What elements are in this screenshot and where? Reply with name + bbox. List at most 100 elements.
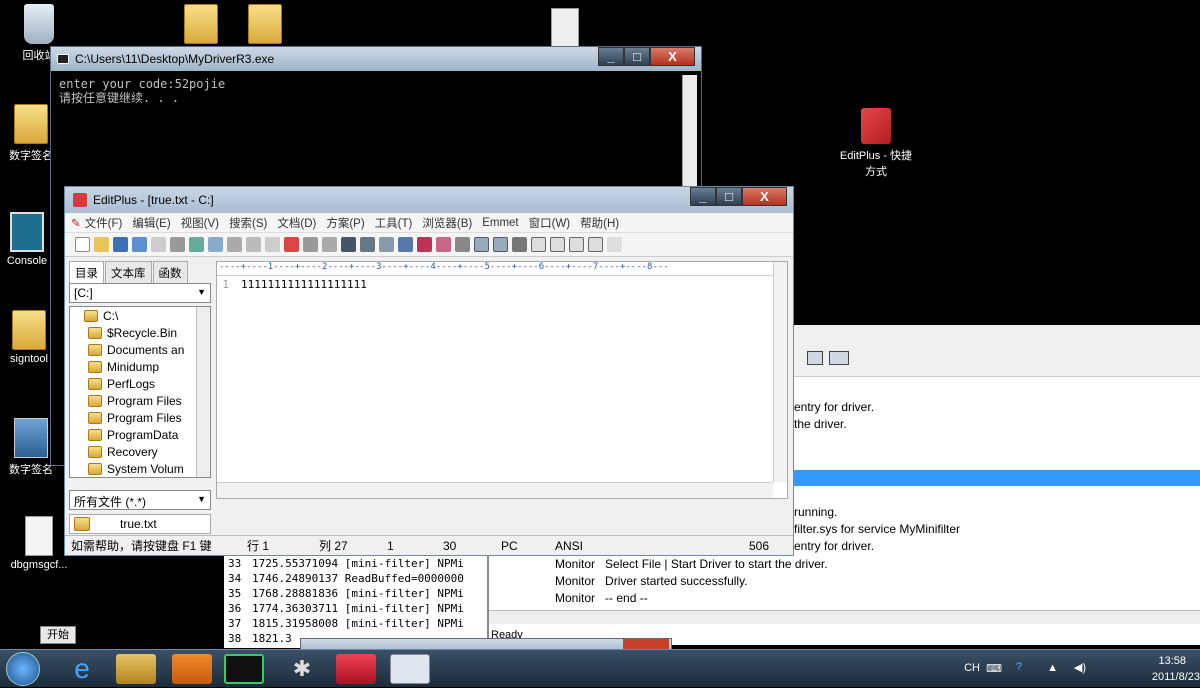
print-icon[interactable] <box>170 237 185 252</box>
copy-icon[interactable] <box>246 237 261 252</box>
menu-browser[interactable]: 浏览器(B) <box>422 215 472 231</box>
media-player-icon[interactable] <box>172 654 212 684</box>
new-file-icon[interactable] <box>75 237 90 252</box>
tab-directory[interactable]: 目录 <box>69 261 104 283</box>
editplus-window[interactable]: EditPlus - [true.txt - C:] _ □ X ✎ 文件(F)… <box>64 186 794 556</box>
vertical-scrollbar[interactable] <box>773 262 787 482</box>
tree-item[interactable]: Program Files <box>70 409 210 426</box>
desktop-icon-editplus[interactable]: EditPlus - 快捷方式 <box>836 108 916 179</box>
clock-time[interactable]: 13:58 <box>1158 655 1186 667</box>
file-filter-select[interactable]: 所有文件 (*.*) <box>69 490 211 510</box>
spellcheck-icon[interactable] <box>189 237 204 252</box>
desktop-folder[interactable] <box>230 4 300 47</box>
maximize-button[interactable]: □ <box>624 47 650 66</box>
tab-cliptext[interactable]: 文本库 <box>105 261 152 283</box>
settings-icon[interactable] <box>512 237 527 252</box>
log-row[interactable]: entry for driver. <box>794 539 874 553</box>
menu-file[interactable]: 文件(F) <box>85 215 123 231</box>
save-all-icon[interactable] <box>132 237 147 252</box>
ruler-icon[interactable] <box>493 237 508 252</box>
language-indicator[interactable]: CH <box>964 662 980 674</box>
redo-icon[interactable] <box>322 237 337 252</box>
console-taskbar-icon[interactable] <box>224 654 264 684</box>
maximize-button[interactable]: □ <box>716 187 742 206</box>
editor-pane[interactable]: ----+----1----+----2----+----3----+----4… <box>216 261 788 499</box>
horizontal-scrollbar[interactable] <box>217 482 773 498</box>
find-icon[interactable] <box>341 237 356 252</box>
explorer-icon[interactable] <box>116 654 156 684</box>
menu-document[interactable]: 文档(D) <box>277 215 316 231</box>
keyboard-icon[interactable]: ⌨ <box>986 662 1002 675</box>
start-button[interactable] <box>6 652 40 686</box>
line-number-icon[interactable] <box>474 237 489 252</box>
tree-item[interactable]: System Volum <box>70 460 210 477</box>
table-row[interactable]: 35 1768.28881836 [mini-filter] NPMi <box>224 586 487 601</box>
delete-icon[interactable] <box>284 237 299 252</box>
help-cursor-icon[interactable] <box>607 237 622 252</box>
log-row[interactable]: Monitor Select File | Start Driver to st… <box>555 557 828 571</box>
replace-icon[interactable] <box>360 237 375 252</box>
network-icon[interactable] <box>829 351 849 365</box>
undo-icon[interactable] <box>303 237 318 252</box>
editplus-titlebar[interactable]: EditPlus - [true.txt - C:] <box>65 187 793 213</box>
computer-icon[interactable] <box>807 351 823 365</box>
table-row[interactable]: 36 1774.36303711 [mini-filter] NPMi <box>224 601 487 616</box>
output-window-icon[interactable] <box>531 237 546 252</box>
editplus-taskbar-icon[interactable] <box>336 654 376 684</box>
minimize-button[interactable]: _ <box>598 47 624 66</box>
tree-item[interactable]: Program Files <box>70 392 210 409</box>
paste-icon[interactable] <box>265 237 280 252</box>
file-tab-true-txt[interactable]: true.txt <box>120 517 157 531</box>
close-button[interactable]: X <box>742 187 787 206</box>
find-in-files-icon[interactable] <box>379 237 394 252</box>
tree-item[interactable]: Minidump <box>70 358 210 375</box>
help-icon[interactable]: ? <box>1016 661 1022 673</box>
menu-help[interactable]: 帮助(H) <box>580 215 619 231</box>
log-row[interactable]: Monitor Driver started successfully. <box>555 574 748 588</box>
log-row[interactable]: entry for driver. <box>794 400 874 414</box>
editor-text[interactable]: 1111111111111111111 <box>235 278 367 291</box>
close-button[interactable]: X <box>650 47 695 66</box>
tree-item[interactable]: PerfLogs <box>70 375 210 392</box>
minimize-button[interactable]: _ <box>690 187 716 206</box>
clock-date[interactable]: 2011/8/23 <box>1152 671 1200 683</box>
cut-icon[interactable] <box>227 237 242 252</box>
vertical-scrollbar[interactable] <box>196 307 210 477</box>
font-icon[interactable] <box>417 237 432 252</box>
internet-explorer-icon[interactable]: e <box>62 654 102 684</box>
browser-icon[interactable] <box>208 237 223 252</box>
table-row[interactable]: 37 1815.31958008 [mini-filter] NPMi <box>224 616 487 631</box>
tree-item[interactable]: Documents an <box>70 341 210 358</box>
desktop-gear-file[interactable] <box>530 8 600 51</box>
menu-tools[interactable]: 工具(T) <box>375 215 413 231</box>
drive-select[interactable]: [C:] <box>69 283 211 303</box>
word-wrap-icon[interactable] <box>455 237 470 252</box>
menu-edit[interactable]: 编辑(E) <box>132 215 170 231</box>
folder-tree[interactable]: C:\ $Recycle.Bin Documents an Minidump P… <box>69 306 211 478</box>
table-row[interactable]: 34 1746.24890137 ReadBuffed=0000000 <box>224 571 487 586</box>
directory-window-icon[interactable] <box>550 237 565 252</box>
menu-project[interactable]: 方案(P) <box>326 215 364 231</box>
log-row[interactable]: filter.sys for service MyMinifilter <box>794 522 960 536</box>
tree-item[interactable]: C:\ <box>70 307 210 324</box>
header-icon[interactable] <box>436 237 451 252</box>
menu-view[interactable]: 视图(V) <box>181 215 219 231</box>
fullscreen-icon[interactable] <box>588 237 603 252</box>
tree-item[interactable]: $Recycle.Bin <box>70 324 210 341</box>
debugger-bug-icon[interactable]: ✱ <box>282 654 322 684</box>
show-hidden-icons-icon[interactable]: ▲ <box>1047 662 1058 674</box>
tab-functions[interactable]: 函数 <box>152 261 188 283</box>
horizontal-scrollbar[interactable] <box>489 610 1200 624</box>
desktop-folder[interactable] <box>166 4 236 47</box>
menu-emmet[interactable]: Emmet <box>482 217 518 229</box>
debugview-taskbar-icon[interactable] <box>390 654 430 684</box>
goto-icon[interactable] <box>398 237 413 252</box>
print-preview-icon[interactable] <box>151 237 166 252</box>
menu-search[interactable]: 搜索(S) <box>229 215 267 231</box>
tree-item[interactable]: Recovery <box>70 443 210 460</box>
open-folder-icon[interactable] <box>94 237 109 252</box>
dbg-log-list[interactable]: 33 1725.55371094 [mini-filter] NPMi 34 174… <box>224 548 488 648</box>
log-row[interactable]: running. <box>794 505 837 519</box>
volume-icon[interactable]: ◀) <box>1074 661 1086 674</box>
tree-item[interactable]: ProgramData <box>70 426 210 443</box>
